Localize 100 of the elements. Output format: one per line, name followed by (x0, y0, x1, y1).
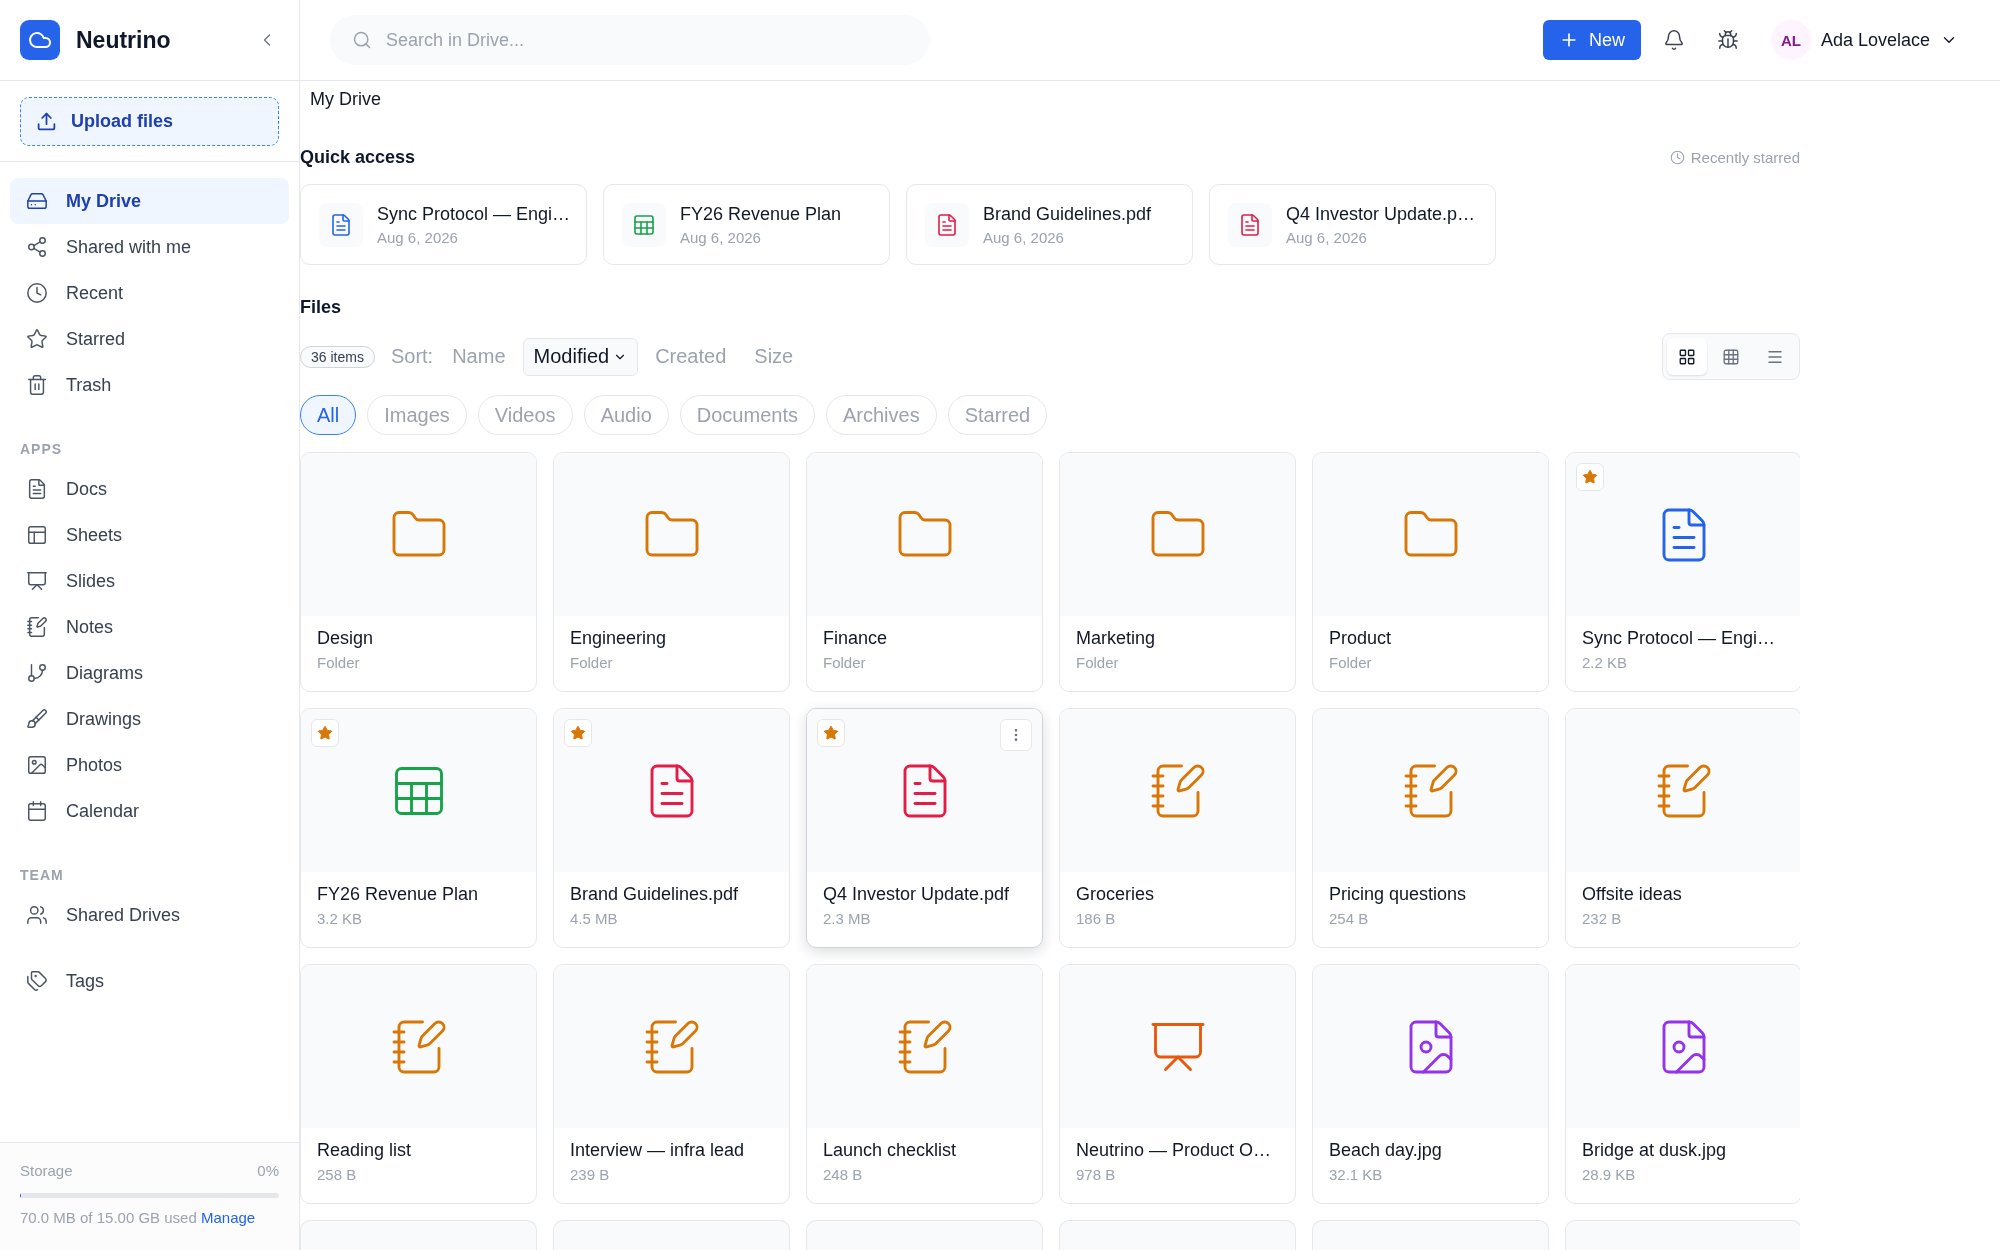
cloud-logo-icon (20, 20, 60, 60)
file-name: Brand Guidelines.pdf (983, 203, 1152, 225)
section-heading: Quick access (300, 147, 416, 167)
file-card[interactable]: Sync Protocol — Engi… 2.2 KB (1565, 452, 1800, 692)
file-meta: Folder (1329, 654, 1372, 672)
file-name: Finance (823, 628, 888, 648)
file-name: Neutrino — Product O… (1076, 1140, 1272, 1160)
share-icon (26, 236, 48, 258)
file-card[interactable]: Reading list 258 B (300, 964, 537, 1204)
file-card[interactable]: Marketing Folder (1059, 452, 1296, 692)
clock-icon (26, 282, 48, 304)
nav-item[interactable]: Notes (10, 604, 289, 650)
file-name: Beach day.jpg (1329, 1140, 1442, 1160)
nav-item[interactable]: Diagrams (10, 650, 289, 696)
file-card[interactable]: Offsite ideas 232 B (1565, 708, 1800, 948)
file-name: Reading list (317, 1140, 412, 1160)
file-meta: 186 B (1076, 910, 1116, 928)
file-meta: 2.3 MB (823, 910, 871, 928)
new-button[interactable]: New (1542, 20, 1641, 60)
nav-item[interactable]: Drawings (10, 696, 289, 742)
file-date: Aug 6, 2026 (680, 228, 762, 246)
section-heading: Files (300, 297, 342, 317)
filter-chip[interactable]: All (300, 395, 357, 435)
nav-item[interactable]: Trash (10, 362, 289, 408)
file-meta: 4.5 MB (570, 910, 618, 928)
file-name: Q4 Investor Update.pdf (823, 884, 1010, 904)
file-card[interactable]: Interview — infra lead 239 B (553, 964, 790, 1204)
file-card[interactable]: Groceries 186 B (1059, 708, 1296, 948)
file-card[interactable]: Brand Guidelines.pdf 4.5 MB (553, 708, 790, 948)
file-meta: 2.2 KB (1582, 654, 1628, 672)
file-meta: 28.9 KB (1582, 1166, 1636, 1184)
file-name: FY26 Revenue Plan (317, 884, 479, 904)
file-name: Marketing (1076, 628, 1156, 648)
nav-item[interactable]: Starred (10, 316, 289, 362)
file-card[interactable]: Design Folder (300, 452, 537, 692)
notebook-icon (26, 616, 48, 638)
file-name: Groceries (1076, 884, 1155, 904)
file-meta: Folder (1076, 654, 1119, 672)
nav-item[interactable]: Photos (10, 742, 289, 788)
search-field[interactable]: Search in Drive... (330, 15, 930, 65)
quick-access-card[interactable]: Q4 Investor Update.p… Aug 6, 2026 (1209, 184, 1496, 265)
file-name: Launch checklist (823, 1140, 957, 1160)
file-card[interactable]: Beach day.jpg 32.1 KB (1312, 964, 1549, 1204)
file-card[interactable]: Q4 Investor Update.pdf 2.3 MB (806, 708, 1043, 948)
table-icon (1722, 347, 1740, 366)
brand-name: Neutrino (76, 26, 171, 54)
file-card[interactable]: Pricing questions 254 B (1312, 708, 1549, 948)
file-card[interactable]: Bridge at dusk.jpg 28.9 KB (1565, 964, 1800, 1204)
document-icon (1228, 202, 1272, 247)
file-date: Aug 6, 2026 (983, 228, 1065, 246)
nav-item[interactable]: Docs (10, 466, 289, 512)
calendar-icon (26, 800, 48, 822)
file-meta: 3.2 KB (317, 910, 363, 928)
spreadsheet-icon (622, 202, 666, 247)
grid-view-button[interactable] (1667, 338, 1707, 375)
file-meta: 978 B (1076, 1166, 1116, 1184)
nav-item[interactable]: Calendar (10, 788, 289, 834)
section-label: TEAM (19, 867, 64, 883)
file-card[interactable]: Finance Folder (806, 452, 1043, 692)
file-card[interactable]: Neutrino — Product O… 978 B (1059, 964, 1296, 1204)
user-name[interactable]: Ada Lovelace (1820, 29, 1930, 51)
file-name: Q4 Investor Update.p… (1286, 203, 1476, 225)
file-name: Interview — infra lead (570, 1140, 745, 1160)
star-icon (26, 328, 48, 350)
file-name: Product (1329, 628, 1392, 648)
file-meta: Folder (823, 654, 866, 672)
storage-label: Storage (20, 1162, 73, 1179)
document-icon (925, 202, 969, 247)
nav-item[interactable]: Slides (10, 558, 289, 604)
file-name: FY26 Revenue Plan (680, 203, 842, 225)
bug-icon (1716, 29, 1739, 51)
drive-icon (26, 190, 48, 212)
file-meta: Folder (317, 654, 360, 672)
upload-files-button[interactable]: Upload files (20, 97, 279, 146)
file-name: Offsite ideas (1582, 884, 1682, 904)
quick-access-card[interactable]: Brand Guidelines.pdf Aug 6, 2026 (906, 184, 1193, 265)
file-card[interactable]: Engineering Folder (553, 452, 790, 692)
brush-icon (26, 708, 48, 730)
section-label: APPS (19, 441, 63, 457)
nav-item[interactable]: Recent (10, 270, 289, 316)
file-name: Brand Guidelines.pdf (570, 884, 739, 904)
file-name: Design (317, 628, 374, 648)
file-name: Pricing questions (1329, 884, 1467, 904)
nav-item[interactable]: Sheets (10, 512, 289, 558)
quick-access-card[interactable]: Sync Protocol — Engi… Aug 6, 2026 (300, 184, 587, 265)
manage-link[interactable]: Manage (200, 1209, 256, 1226)
nav-item[interactable]: My Drive (10, 178, 289, 224)
user-avatar[interactable]: AL (1770, 20, 1811, 60)
file-date: Aug 6, 2026 (377, 228, 459, 246)
file-card[interactable]: Product Folder (1312, 452, 1549, 692)
nav-item[interactable]: Shared Drives (10, 892, 289, 938)
file-name: Sync Protocol — Engi… (377, 203, 568, 225)
sort-option[interactable]: Modified (522, 337, 639, 376)
upload-icon (36, 111, 57, 132)
file-card[interactable]: Launch checklist 248 B (806, 964, 1043, 1204)
file-card[interactable]: FY26 Revenue Plan 3.2 KB (300, 708, 537, 948)
nav-item[interactable]: Tags (10, 958, 289, 1004)
bell-icon (1662, 29, 1685, 51)
nav-item[interactable]: Shared with me (10, 224, 289, 270)
quick-access-card[interactable]: FY26 Revenue Plan Aug 6, 2026 (603, 184, 890, 265)
